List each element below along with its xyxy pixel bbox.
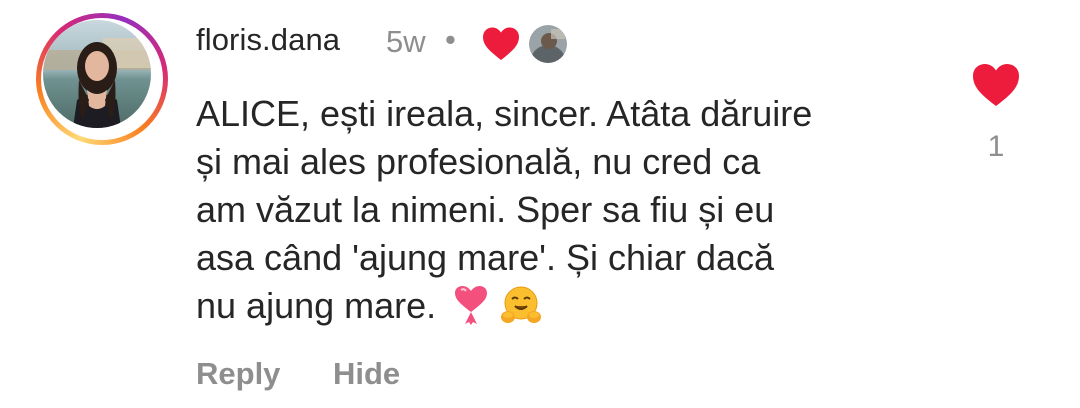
like-heart-icon[interactable] <box>971 62 1021 108</box>
avatar-story-ring[interactable] <box>36 13 168 145</box>
like-column: 1 <box>970 62 1022 164</box>
creator-liked-heart-icon <box>483 27 519 60</box>
creator-avatar-image <box>529 25 567 63</box>
heart-with-ribbon-emoji-icon <box>455 286 488 325</box>
comment-line-last: nu ajung mare. <box>196 282 936 330</box>
hugging-face-emoji-icon <box>501 286 542 323</box>
comment-line: nu ajung mare. <box>196 285 437 326</box>
comment-line: asa când 'ajung mare'. Și chiar dacă <box>196 237 775 278</box>
avatar-photo <box>43 20 151 128</box>
like-count: 1 <box>987 130 1005 163</box>
creator-avatar <box>529 25 567 63</box>
comment-line: am văzut la nimeni. Sper sa fiu și eu <box>196 189 775 230</box>
comment-timestamp: 5w <box>386 24 426 59</box>
hide-button[interactable]: Hide <box>333 356 400 392</box>
avatar[interactable] <box>43 20 151 128</box>
comment-username[interactable]: floris.dana <box>196 22 340 58</box>
comment-body: ALICE, ești ireala, sincer. Atâta dăruir… <box>196 90 936 330</box>
comment-line: și mai ales profesională, nu cred ca <box>196 141 761 182</box>
reply-button[interactable]: Reply <box>196 356 280 392</box>
comment-item: floris.dana 5w • ALICE, ești ireala, sin… <box>0 0 1080 408</box>
comment-line: ALICE, ești ireala, sincer. Atâta dăruir… <box>196 93 813 134</box>
meta-separator: • <box>445 22 456 57</box>
